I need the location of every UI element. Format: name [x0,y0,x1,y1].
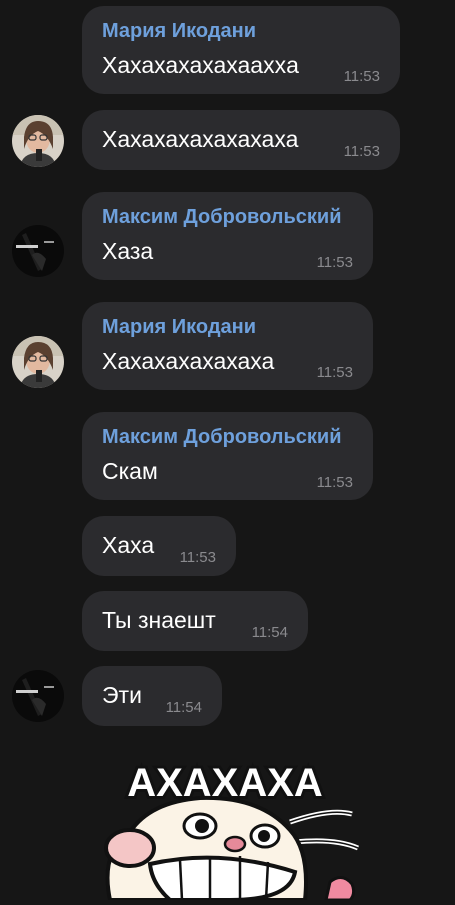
laughing-hamster-sticker[interactable]: АХАХАХА [90,752,360,902]
message-text: Хахахахахахаха [102,348,275,374]
message-time: 11:54 [251,624,288,641]
message-bubble[interactable]: Максим Добровольский Скам 11:53 [82,412,373,500]
message-bubble[interactable]: Хаха 11:53 [82,516,236,576]
sender-name[interactable]: Максим Добровольский [102,426,342,449]
message-bubble[interactable]: Эти 11:54 [82,666,222,726]
message-time: 11:53 [343,68,380,85]
message-text: Скам [102,458,158,484]
maria-avatar[interactable] [12,336,64,388]
message-text: Хаха [102,532,155,558]
message-bubble[interactable]: Мария Икодани Хахахахахахаха 11:53 [82,302,373,390]
sender-name[interactable]: Мария Икодани [102,316,256,339]
message-bubble[interactable]: Максим Добровольский Хаза 11:53 [82,192,373,280]
message-bubble[interactable]: Ты знаешт 11:54 [82,591,308,651]
message-time: 11:54 [165,699,202,716]
sender-name[interactable]: Максим Добровольский [102,206,342,229]
message-bubble[interactable]: Мария Икодани Хахахахахахааххa 11:53 [82,6,400,94]
message-text: Хаза [102,238,154,264]
maria-avatar[interactable] [12,115,64,167]
message-time: 11:53 [316,474,353,491]
message-time: 11:53 [316,254,353,271]
message-bubble[interactable]: Хахахахахахахаха 11:53 [82,110,400,170]
message-time: 11:53 [343,143,380,160]
message-text: Ты знаешт [102,607,216,633]
message-text: Хахахахахахааххa [102,52,299,78]
maksim-avatar[interactable] [12,670,64,722]
message-time: 11:53 [179,549,216,566]
maksim-avatar[interactable] [12,225,64,277]
sender-name[interactable]: Мария Икодани [102,20,256,43]
message-text: Эти [102,682,142,708]
message-text: Хахахахахахахаха [102,126,299,152]
message-time: 11:53 [316,364,353,381]
